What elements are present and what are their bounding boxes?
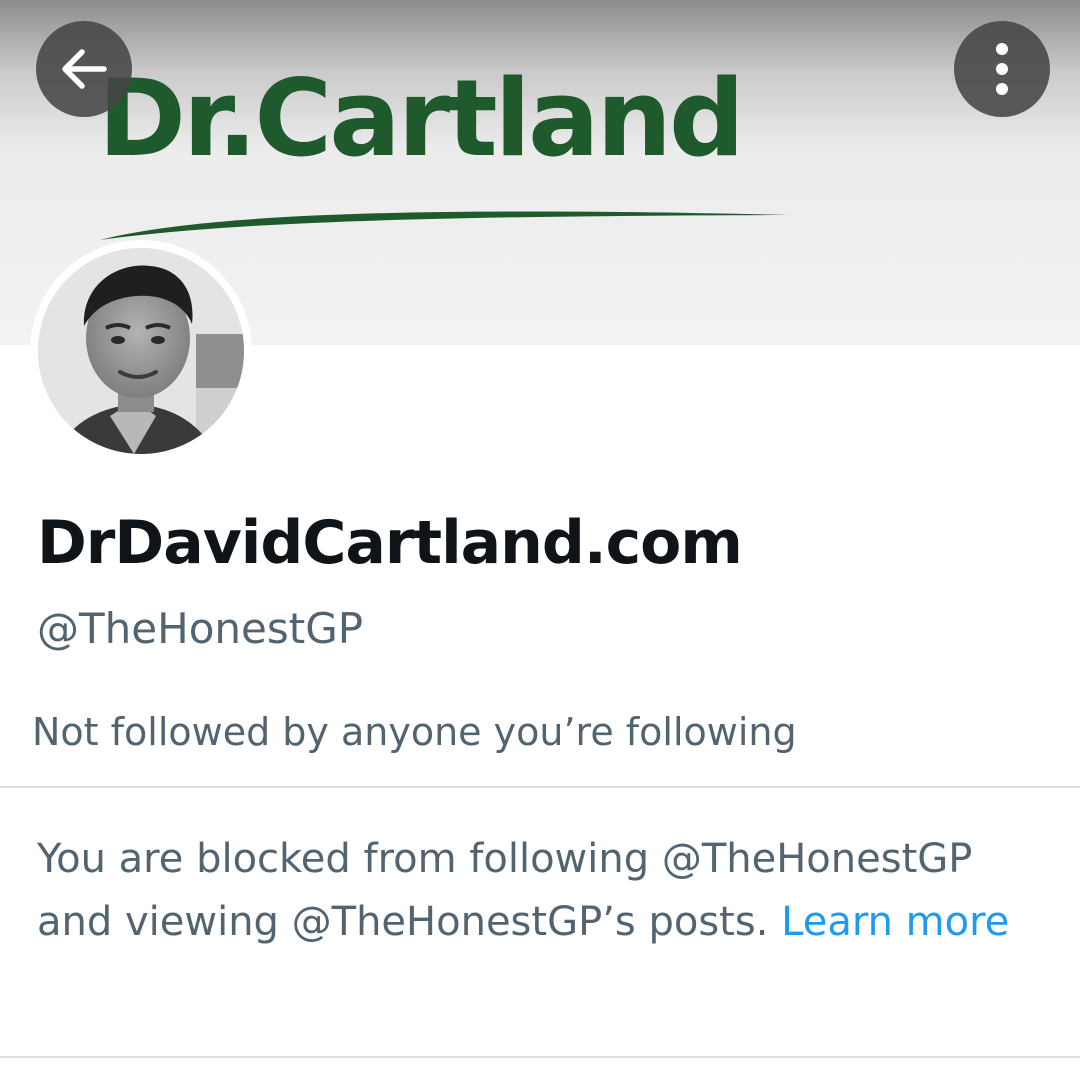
arrow-left-icon [62,49,107,89]
user-handle: @TheHonestGP [37,604,364,653]
divider [0,786,1080,788]
divider [0,1056,1080,1058]
avatar[interactable] [38,248,244,454]
more-options-button[interactable] [954,21,1050,117]
blocked-notice: You are blocked from following @TheHones… [37,828,1047,954]
avatar-photo [38,248,244,454]
display-name: DrDavidCartland.com [37,508,743,578]
followers-you-know-note: Not followed by anyone you’re following [32,710,797,754]
more-vertical-icon [996,43,1008,95]
learn-more-link[interactable]: Learn more [781,899,1009,945]
profile-page: Dr.Cartland DrDavidCartland.com @TheHone… [0,0,1080,1080]
back-button[interactable] [36,21,132,117]
